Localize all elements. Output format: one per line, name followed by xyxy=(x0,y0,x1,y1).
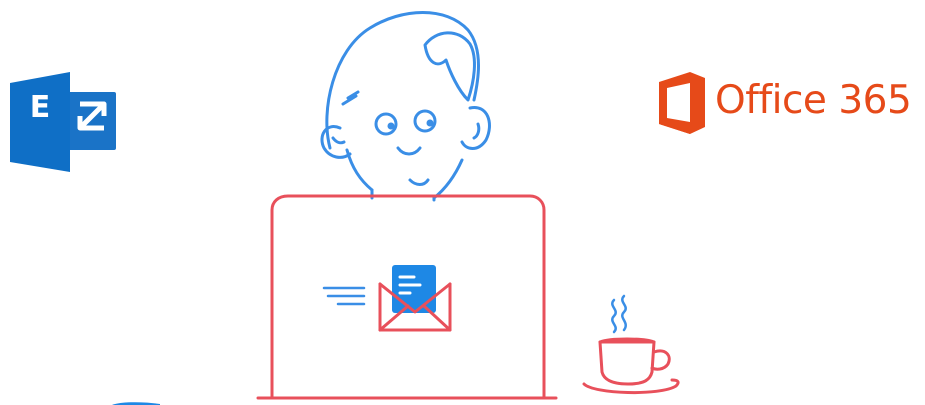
illustration-scene: E Office 365 xyxy=(0,0,925,405)
decor-shape xyxy=(112,402,160,405)
